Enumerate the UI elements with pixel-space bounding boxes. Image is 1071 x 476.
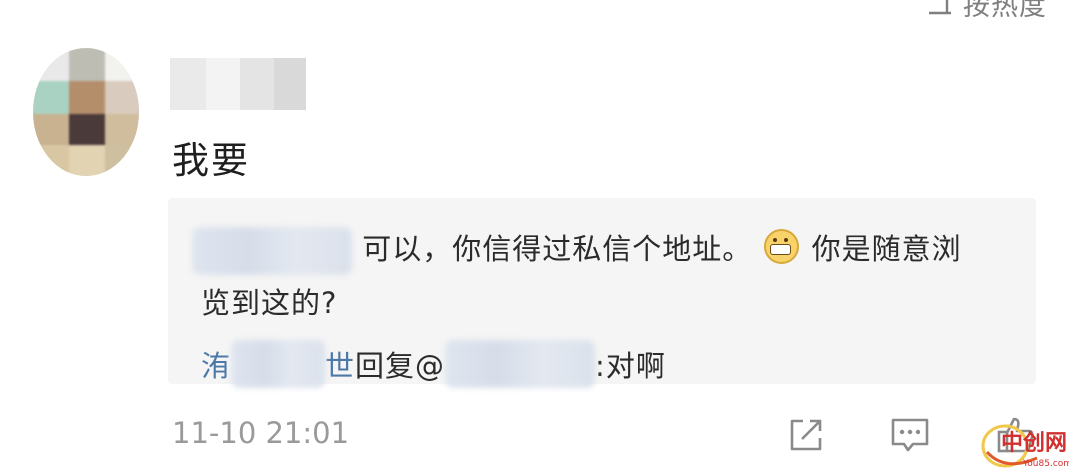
comment-button[interactable]: [888, 413, 932, 457]
share-icon: [790, 419, 822, 451]
avatar-pixels: [33, 48, 139, 176]
reply-author-end[interactable]: 世: [325, 343, 355, 385]
reply-author-start[interactable]: 洧: [201, 343, 231, 385]
comment-text: 我要: [172, 139, 250, 182]
username-blurred[interactable]: [170, 58, 310, 116]
sort-label: 按热度: [963, 0, 1047, 22]
reply-text-1: 可以，你信得过私信个地址。: [362, 232, 753, 266]
reply-action: 回复@: [355, 349, 446, 383]
sort-icon: [929, 0, 951, 14]
svg-text:中创网: 中创网: [1001, 431, 1067, 456]
reply-line-2: 览到这的?: [201, 286, 338, 320]
grin-emoji-icon: [764, 229, 800, 264]
comment-icon: [891, 418, 929, 452]
share-button[interactable]: [784, 413, 828, 457]
reply-author-blurred[interactable]: [231, 340, 326, 388]
reply-text-3: :对啊: [595, 349, 666, 383]
comment-timestamp: 11-10 21:01: [172, 416, 350, 450]
mentioned-user-blurred[interactable]: [445, 340, 596, 388]
reply-line-3: 洧 世 回复@ :对啊: [201, 340, 666, 388]
sort-toggle[interactable]: 按热度: [925, 0, 1047, 23]
avatar[interactable]: [33, 48, 139, 176]
svg-text:You85.com: You85.com: [1022, 459, 1069, 469]
reply-text-1-tail: 你是随意浏: [811, 232, 962, 266]
watermark-logo: 中创网 You85.com: [977, 406, 1069, 474]
reply-author-blurred[interactable]: [192, 227, 352, 275]
reply-line-1: 可以，你信得过私信个地址。 你是随意浏: [192, 226, 962, 275]
